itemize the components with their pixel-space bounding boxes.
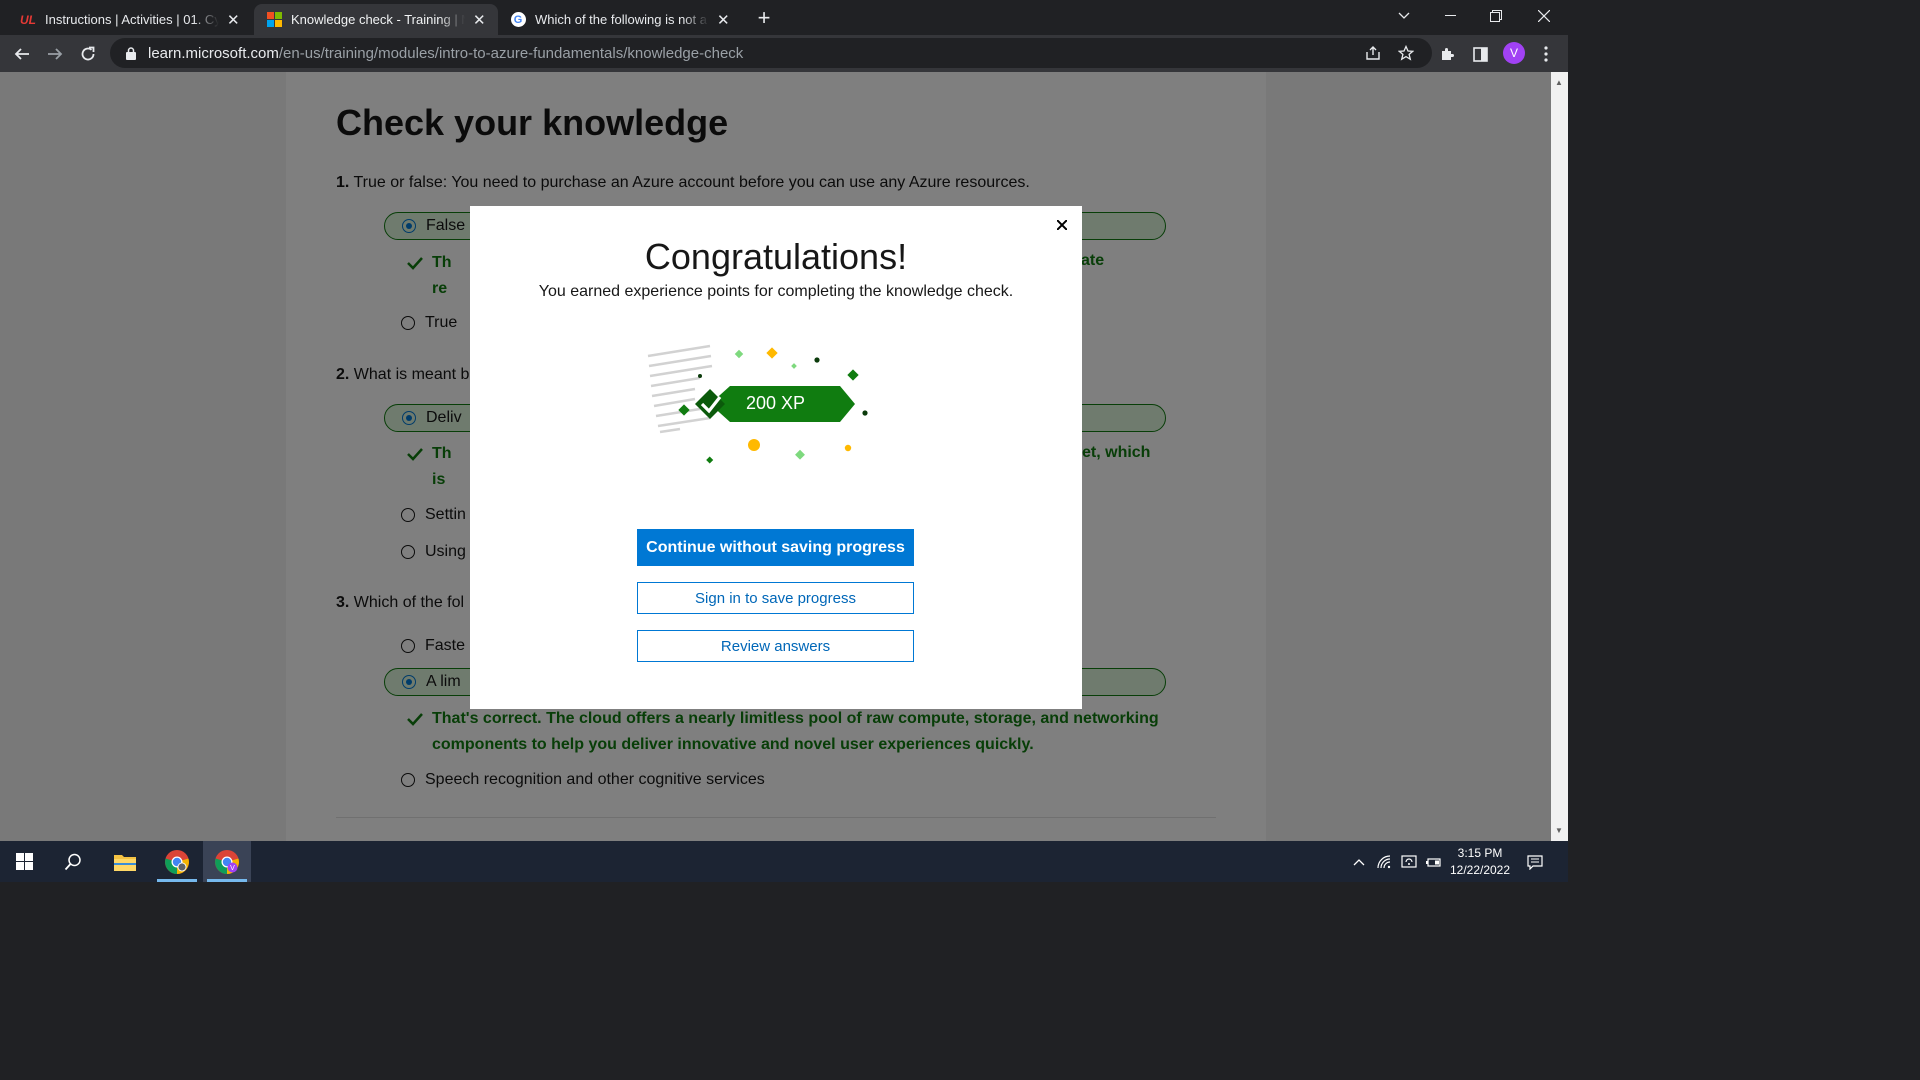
close-window-button[interactable] (1521, 0, 1567, 32)
congratulations-dialog: Congratulations! You earned experience p… (470, 206, 1082, 709)
tab-google-search[interactable]: G Which of the following is not a fe ✕ (498, 4, 742, 35)
search-icon[interactable] (49, 841, 97, 882)
browser-toolbar: learn.microsoft.com/en-us/training/modul… (0, 35, 1568, 72)
back-arrow-icon (14, 48, 29, 60)
side-panel-icon[interactable] (1465, 39, 1495, 69)
page-scrollbar[interactable]: ▲ ▼ (1551, 72, 1568, 841)
reload-icon (81, 46, 95, 61)
clock-time: 3:15 PM (1457, 846, 1503, 860)
back-button[interactable] (7, 39, 37, 69)
browser-tab-strip: UL Instructions | Activities | 01. Cybe … (0, 0, 1568, 35)
tab-instructions[interactable]: UL Instructions | Activities | 01. Cybe … (8, 4, 252, 35)
close-tab-icon[interactable]: ✕ (715, 11, 732, 29)
close-tab-icon[interactable]: ✕ (225, 11, 242, 29)
show-hidden-icons-chevron-icon[interactable] (1350, 853, 1368, 871)
network-icon[interactable] (1400, 853, 1418, 871)
clock-date: 12/22/2022 (1449, 863, 1511, 877)
address-bar[interactable]: learn.microsoft.com/en-us/training/modul… (110, 38, 1432, 68)
system-clock[interactable]: 3:15 PM 12/22/2022 (1440, 845, 1520, 879)
minimize-button[interactable] (1427, 0, 1473, 32)
review-answers-button[interactable]: Review answers (637, 630, 914, 662)
tab-knowledge-check[interactable]: Knowledge check - Training | Mic ✕ (254, 4, 498, 35)
windows-taskbar: V 3:15 PM 12/22/2022 (0, 841, 1568, 882)
close-icon[interactable] (1053, 216, 1071, 234)
scroll-down-arrow-icon[interactable]: ▼ (1555, 826, 1563, 835)
dialog-subtitle: You earned experience points for complet… (538, 283, 1014, 300)
url-path: /en-us/training/modules/intro-to-azure-f… (278, 44, 744, 62)
tab-search-chevron-icon[interactable] (1381, 0, 1427, 32)
notifications-icon[interactable] (1526, 853, 1544, 871)
reload-button[interactable] (73, 39, 103, 69)
svg-text:V: V (230, 865, 235, 872)
profile-avatar[interactable]: V (1503, 42, 1525, 64)
url-host: learn.microsoft.com (148, 44, 279, 62)
ul-logo-icon: UL (20, 12, 36, 27)
document-lines-icon (647, 344, 713, 434)
extensions-puzzle-icon[interactable] (1432, 39, 1462, 69)
bookmark-star-icon[interactable] (1397, 44, 1415, 62)
xp-amount: 200 XP (745, 393, 806, 413)
microsoft-logo-icon (266, 12, 282, 28)
chrome-profile-taskbar-icon[interactable]: V (203, 841, 251, 882)
dialog-title: Congratulations! (644, 236, 908, 277)
google-logo-icon: G (510, 12, 526, 28)
restore-button[interactable] (1473, 0, 1519, 32)
windows-logo-icon (15, 853, 33, 870)
start-button[interactable] (0, 841, 48, 882)
continue-without-saving-button[interactable]: Continue without saving progress (637, 529, 914, 566)
sign-in-button[interactable]: Sign in to save progress (637, 582, 914, 614)
new-tab-button[interactable]: + (752, 5, 776, 30)
chrome-taskbar-icon[interactable] (153, 841, 201, 882)
wifi-icon[interactable] (1375, 853, 1393, 871)
forward-arrow-icon (48, 48, 63, 60)
file-explorer-icon[interactable] (101, 841, 149, 882)
forward-button[interactable] (40, 39, 70, 69)
close-tab-icon[interactable]: ✕ (471, 11, 488, 29)
browser-menu-icon[interactable] (1531, 39, 1561, 69)
scroll-up-arrow-icon[interactable]: ▲ (1555, 78, 1563, 87)
tab-title: Which of the following is not a fe (535, 12, 709, 27)
tab-title: Instructions | Activities | 01. Cybe (45, 12, 219, 27)
share-icon[interactable] (1364, 44, 1382, 62)
lock-icon[interactable] (122, 44, 140, 62)
tab-title: Knowledge check - Training | Mic (291, 12, 465, 27)
